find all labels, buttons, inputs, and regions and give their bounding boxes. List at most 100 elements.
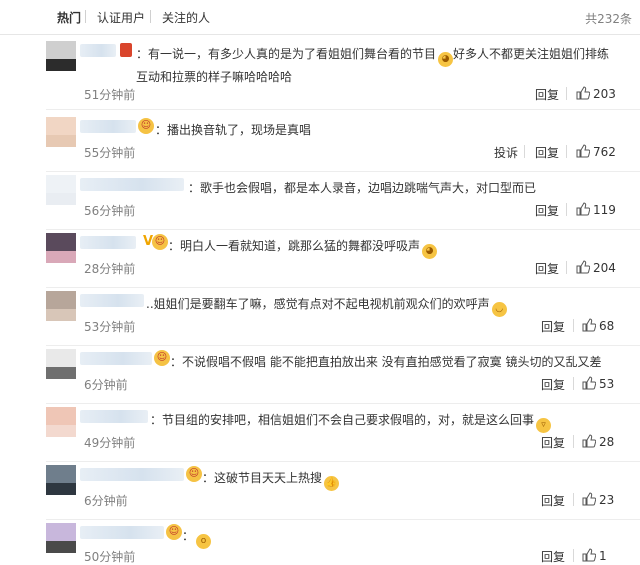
like-button[interactable]: 1	[582, 548, 607, 563]
report-button[interactable]: 投诉	[494, 144, 518, 161]
action-divider	[566, 87, 567, 100]
username-blurred[interactable]	[80, 410, 148, 423]
comment-time: 55分钟前	[84, 146, 136, 160]
surprised-emoji-icon: o	[196, 534, 212, 549]
comment-text: ：有一说一，有多少人真的是为了看姐姐们舞台看的节目 ◕ 好多人不都更关注姐姐们排练互…	[136, 47, 610, 84]
like-button[interactable]: 204	[576, 260, 616, 275]
like-button[interactable]: 53	[582, 376, 614, 391]
tab-hot[interactable]: 热门	[57, 9, 81, 26]
thumbs-up-icon	[576, 202, 590, 216]
laughing-emoji-icon: ▿	[536, 418, 552, 433]
reply-button[interactable]: 回复	[541, 376, 565, 393]
comment-total-count: 共232条	[585, 12, 632, 26]
reply-button[interactable]: 回复	[541, 548, 565, 565]
comment-text: ： o	[182, 526, 212, 549]
username-blurred[interactable]	[80, 526, 164, 539]
like-count: 28	[599, 435, 615, 449]
thumbs-up-icon	[576, 260, 590, 274]
comment-item: ：有一说一，有多少人真的是为了看姐姐们舞台看的节目 ◕ 好多人不都更关注姐姐们排练互…	[0, 38, 640, 110]
tab-verified-users[interactable]: 认证用户	[97, 9, 145, 26]
comment-divider	[46, 109, 640, 110]
username-blurred[interactable]	[80, 352, 152, 365]
username-blurred[interactable]	[80, 178, 184, 191]
action-divider	[573, 435, 574, 448]
avatar[interactable]	[46, 233, 76, 263]
comment-item: ：歌手也会假唱，都是本人录音，边唱边跳喘气声大，对口型而已 56分钟前 回复 1…	[0, 172, 640, 230]
action-divider	[566, 203, 567, 216]
like-button[interactable]: 762	[576, 144, 616, 159]
avatar[interactable]	[46, 175, 76, 205]
username-blurred[interactable]	[80, 294, 144, 307]
action-divider	[573, 549, 574, 562]
username-blurred[interactable]	[80, 236, 136, 249]
like-count: 68	[599, 319, 615, 333]
reply-button[interactable]: 回复	[541, 492, 565, 509]
comment-time: 6分钟前	[84, 494, 128, 508]
comment-filter-tabs: 热门 认证用户 关注的人 共232条	[0, 0, 640, 35]
comment-item: ☺ ：播出换音轨了，现场是真唱 55分钟前 投诉 回复 762	[0, 114, 640, 172]
comment-item: ☺ ： o 50分钟前 回复 1	[0, 520, 640, 564]
tab-divider	[150, 10, 151, 23]
avatar[interactable]	[46, 41, 76, 71]
user-badge-icon: ☺	[152, 234, 168, 250]
comment-time: 49分钟前	[84, 436, 136, 450]
avatar[interactable]	[46, 407, 76, 437]
avatar[interactable]	[46, 523, 76, 553]
reply-button[interactable]: 回复	[535, 202, 559, 219]
comment-text: ：这破节目天天上热搜 👍	[202, 468, 340, 491]
smirk-emoji-icon: ◡	[491, 302, 507, 317]
doge-emoji-icon: ◕	[438, 52, 454, 67]
action-divider	[573, 493, 574, 506]
comment-text: ：播出换音轨了，现场是真唱	[155, 123, 312, 137]
user-badge-icon: ☺	[166, 524, 182, 540]
like-button[interactable]: 23	[582, 492, 614, 507]
like-button[interactable]: 119	[576, 202, 616, 217]
action-divider	[566, 145, 567, 158]
username-blurred[interactable]	[80, 468, 184, 481]
like-button[interactable]: 68	[582, 318, 614, 333]
like-count: 119	[593, 203, 616, 217]
thumbs-up-emoji-icon: 👍	[324, 476, 340, 491]
action-divider	[573, 319, 574, 332]
thumbs-up-icon	[582, 376, 596, 390]
comment-text: ：歌手也会假唱，都是本人录音，边唱边跳喘气声大，对口型而已	[188, 181, 537, 195]
tab-divider	[85, 10, 86, 23]
username-blurred[interactable]	[80, 44, 116, 57]
comment-time: 51分钟前	[84, 88, 136, 102]
comment-time: 28分钟前	[84, 262, 136, 276]
thumbs-up-icon	[582, 434, 596, 448]
comment-text: ：明白人一看就知道，跳那么猛的舞都没呼吸声 ◕	[168, 236, 438, 259]
comment-time: 6分钟前	[84, 378, 128, 392]
reply-button[interactable]: 回复	[541, 318, 565, 335]
comment-item: ..姐姐们是要翻车了嘛，感觉有点对不起电视机前观众们的欢呼声 ◡ 53分钟前 回复…	[0, 288, 640, 346]
tab-following[interactable]: 关注的人	[162, 9, 210, 26]
action-divider	[566, 261, 567, 274]
comment-time: 56分钟前	[84, 204, 136, 218]
comment-item: ：节目组的安排吧，相信姐姐们不会自己要求假唱的，对，就是这么回事 ▿ 49分钟前 …	[0, 404, 640, 462]
username-blurred[interactable]	[80, 120, 136, 133]
comment-text: ：节目组的安排吧，相信姐姐们不会自己要求假唱的，对，就是这么回事 ▿	[150, 410, 552, 433]
like-button[interactable]: 203	[576, 86, 616, 101]
like-count: 53	[599, 377, 615, 391]
user-badge-icon: ☺	[186, 466, 202, 482]
doge-emoji-icon: ◕	[422, 244, 438, 259]
comment-time: 53分钟前	[84, 320, 136, 334]
thumbs-up-icon	[576, 86, 590, 100]
avatar[interactable]	[46, 117, 76, 147]
reply-button[interactable]: 回复	[535, 260, 559, 277]
avatar[interactable]	[46, 349, 76, 379]
comment-text: ..姐姐们是要翻车了嘛，感觉有点对不起电视机前观众们的欢呼声 ◡	[146, 294, 507, 317]
reply-button[interactable]: 回复	[541, 434, 565, 451]
thumbs-up-icon	[582, 492, 596, 506]
comment-item: ☺ ：这破节目天天上热搜 👍 6分钟前 回复 23	[0, 462, 640, 520]
like-count: 203	[593, 87, 616, 101]
thumbs-up-icon	[576, 144, 590, 158]
reply-button[interactable]: 回复	[535, 144, 559, 161]
reply-button[interactable]: 回复	[535, 86, 559, 103]
like-count: 204	[593, 261, 616, 275]
avatar[interactable]	[46, 291, 76, 321]
thumbs-up-icon	[582, 318, 596, 332]
like-count: 1	[599, 549, 607, 563]
avatar[interactable]	[46, 465, 76, 495]
like-button[interactable]: 28	[582, 434, 614, 449]
